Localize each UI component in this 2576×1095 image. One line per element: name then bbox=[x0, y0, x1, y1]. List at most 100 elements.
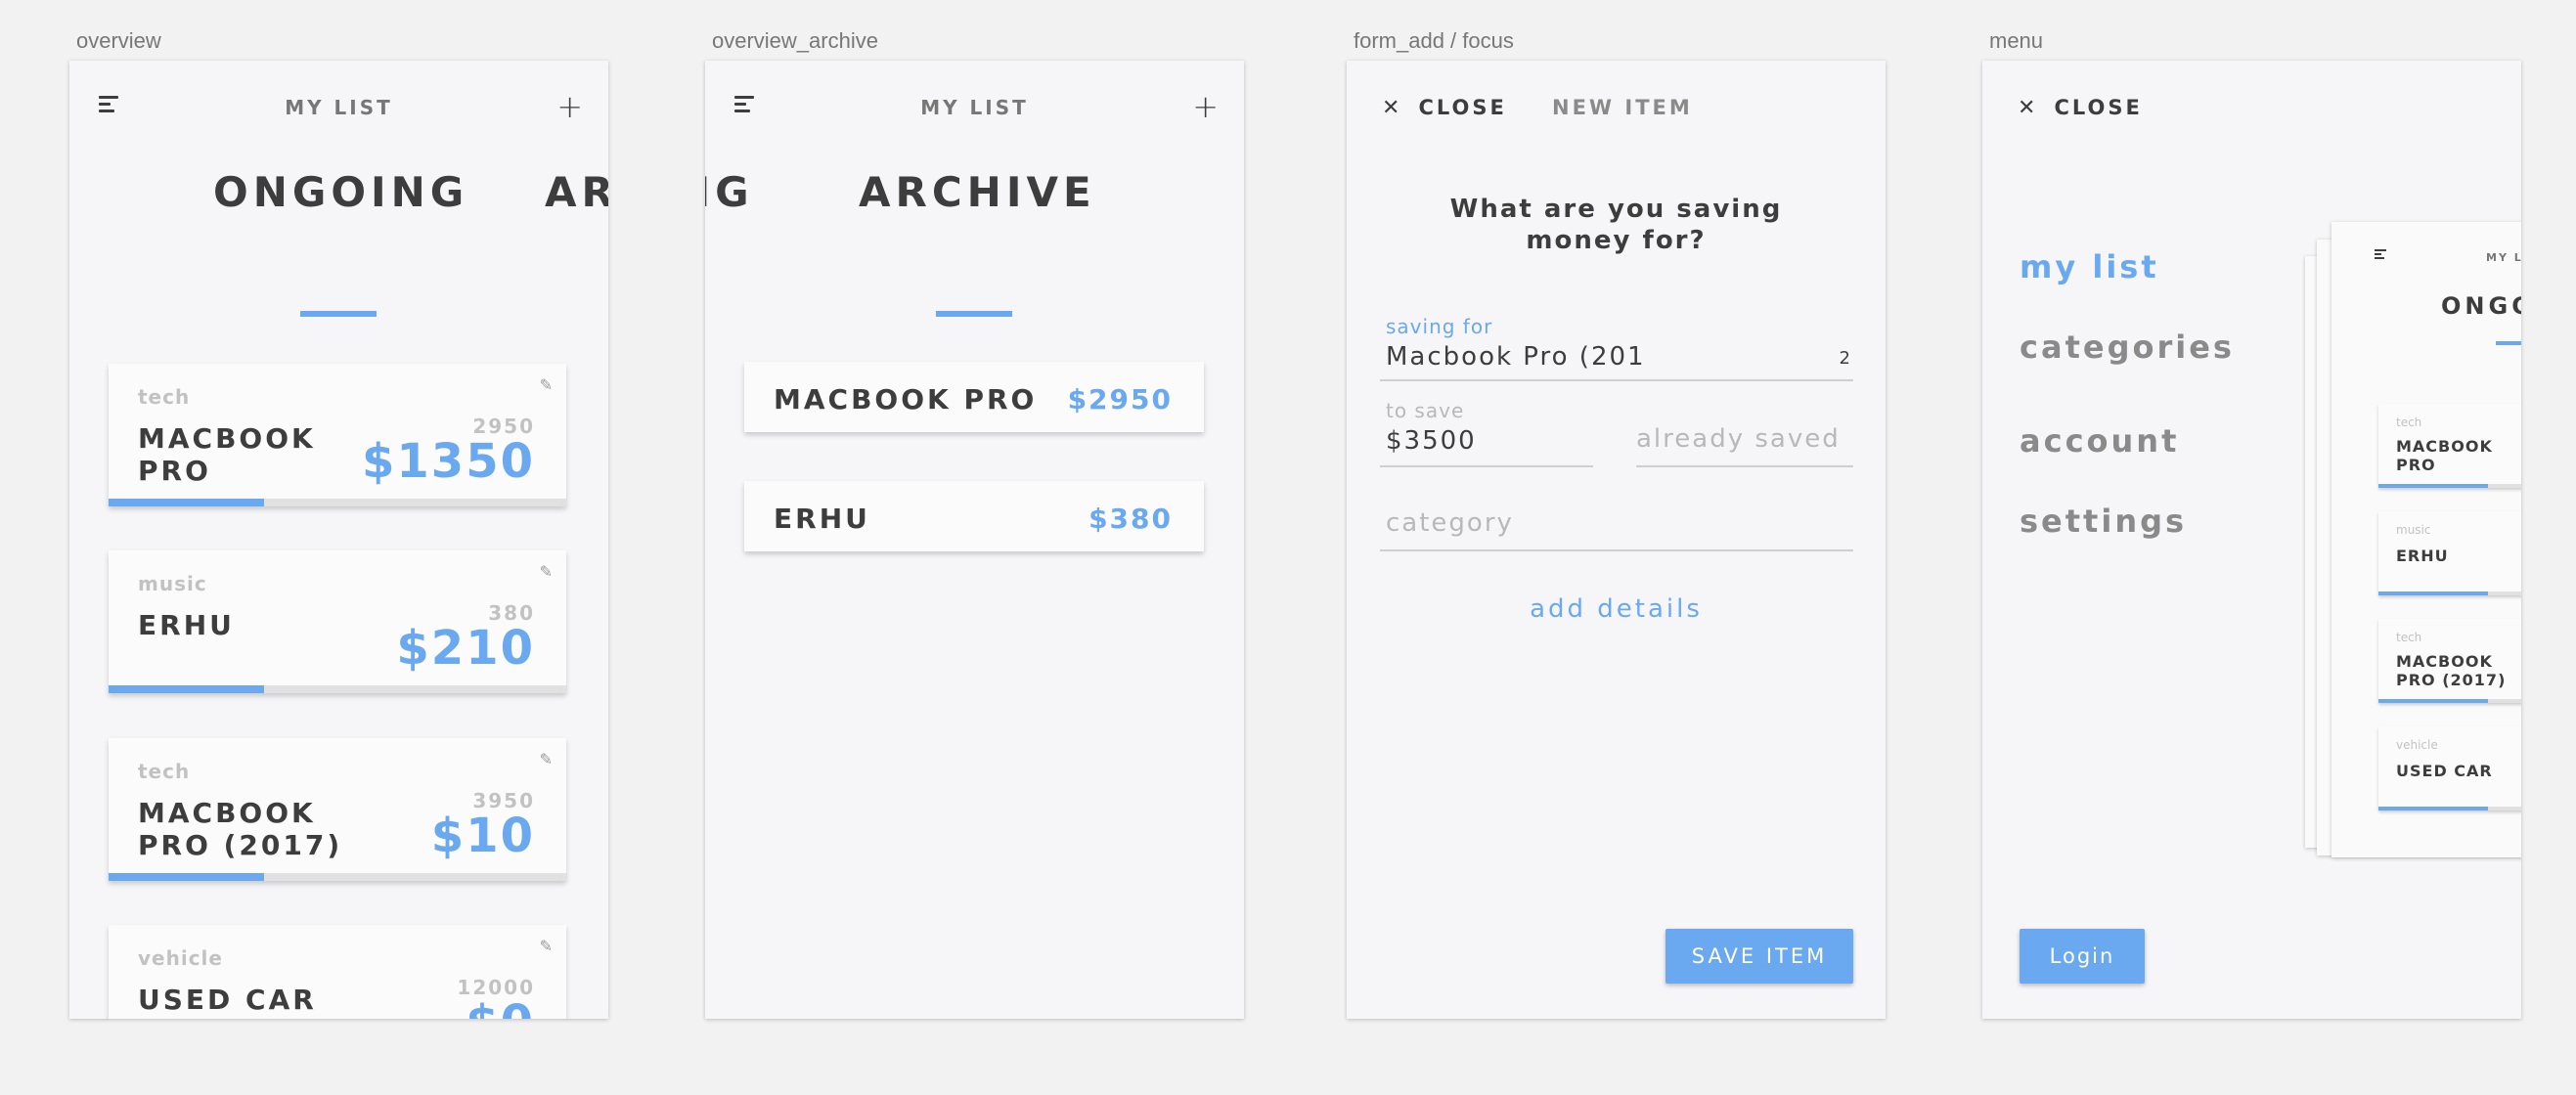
goal-card[interactable]: ✎ music ERHU 380 $210 bbox=[109, 550, 566, 693]
already-saved-input[interactable]: already saved bbox=[1636, 424, 1841, 454]
preview-card-name-line2: PRO bbox=[2396, 456, 2436, 474]
menu-item-settings[interactable]: settings bbox=[2020, 503, 2187, 540]
card-saved-amount: $10 bbox=[430, 809, 535, 863]
card-category: vehicle bbox=[138, 946, 223, 970]
archive-item-value: $2950 bbox=[1067, 383, 1173, 416]
close-icon: ✕ bbox=[2018, 96, 2039, 120]
menu-item-my-list[interactable]: my list bbox=[2020, 248, 2159, 285]
close-icon: ✕ bbox=[1382, 96, 1403, 120]
top-bar: MY LIST + bbox=[69, 61, 608, 158]
preview-card-category: vehicle bbox=[2396, 738, 2438, 752]
archive-item-name: MACBOOK PRO bbox=[774, 383, 1038, 416]
tab-bar: NG ARCHIVE bbox=[705, 168, 1244, 317]
preview-card: music ERHU bbox=[2378, 511, 2521, 595]
archive-item-value: $380 bbox=[1088, 503, 1173, 535]
preview-progress-fill bbox=[2378, 699, 2488, 703]
card-name: USED CAR bbox=[138, 984, 317, 1016]
preview-card-name-line1: MACBOOK bbox=[2396, 437, 2493, 456]
preview-card-name: MACBOOK PRO (2017) bbox=[2396, 652, 2506, 689]
preview-hamburger-icon bbox=[2375, 249, 2387, 259]
card-name-line1: MACBOOK bbox=[138, 422, 316, 455]
tab-archive[interactable]: AR bbox=[545, 168, 608, 216]
menu-screen: ✕ CLOSE my list categories account settin… bbox=[1982, 61, 2521, 1019]
menu-item-account[interactable]: account bbox=[2020, 422, 2179, 460]
goal-card[interactable]: ✎ tech MACBOOK PRO 2950 $1350 bbox=[109, 364, 566, 506]
preview-card-name-line1: USED CAR bbox=[2396, 762, 2493, 780]
active-tab-indicator bbox=[936, 311, 1012, 317]
preview-progress-fill bbox=[2378, 484, 2488, 488]
question-line2: money for? bbox=[1526, 226, 1707, 255]
preview-card-name-line1: ERHU bbox=[2396, 547, 2449, 565]
tab-archive[interactable]: ARCHIVE bbox=[859, 168, 1096, 216]
archive-item-name: ERHU bbox=[774, 503, 870, 535]
card-name-line2: PRO (2017) bbox=[138, 829, 343, 861]
add-details-link[interactable]: add details bbox=[1347, 594, 1886, 624]
close-label: CLOSE bbox=[1418, 96, 1507, 119]
artboard-label-menu: menu bbox=[1989, 28, 2044, 53]
close-button[interactable]: ✕ CLOSE bbox=[1382, 96, 1507, 120]
overview-screen: MY LIST + ONGOING AR ✎ tech MACBOOK PRO … bbox=[69, 61, 608, 1019]
archive-item[interactable]: MACBOOK PRO $2950 bbox=[744, 362, 1204, 432]
artboard-label-form: form_add / focus bbox=[1354, 28, 1514, 53]
goal-card[interactable]: ✎ vehicle USED CAR 12000 $0 bbox=[109, 925, 566, 1019]
add-item-icon[interactable]: + bbox=[1192, 88, 1219, 125]
preview-card-name-line2: PRO (2017) bbox=[2396, 671, 2507, 689]
progress-fill bbox=[109, 499, 265, 506]
card-name-line1: USED CAR bbox=[138, 984, 317, 1016]
card-name-line2: PRO bbox=[138, 455, 211, 487]
to-save-input[interactable]: $3500 bbox=[1386, 426, 1477, 456]
category-underline bbox=[1380, 549, 1853, 551]
artboard-label-overview: overview bbox=[76, 28, 161, 53]
new-item-form-screen: ✕ CLOSE NEW ITEM What are you saving mone… bbox=[1347, 61, 1886, 1019]
progress-fill bbox=[109, 685, 265, 693]
page-title: MY LIST bbox=[285, 96, 393, 119]
preview-card: tech MACBOOK PRO (2017) bbox=[2378, 619, 2521, 703]
edit-pencil-icon[interactable]: ✎ bbox=[540, 937, 553, 955]
to-save-label: to save bbox=[1386, 399, 1465, 422]
edit-pencil-icon[interactable]: ✎ bbox=[540, 562, 553, 581]
preview-tab-indicator bbox=[2496, 341, 2521, 345]
tab-ongoing[interactable]: ONGOING bbox=[213, 168, 468, 216]
close-button[interactable]: ✕ CLOSE bbox=[2018, 96, 2143, 120]
close-label: CLOSE bbox=[2054, 96, 2143, 119]
preview-card-name: ERHU bbox=[2396, 547, 2449, 565]
category-input[interactable]: category bbox=[1386, 508, 1514, 538]
tab-ongoing[interactable]: NG bbox=[705, 168, 754, 216]
menu-item-categories[interactable]: categories bbox=[2020, 328, 2235, 366]
already-saved-underline bbox=[1636, 465, 1853, 467]
preview-card-name: USED CAR bbox=[2396, 762, 2493, 780]
form-title: NEW ITEM bbox=[1552, 96, 1693, 119]
archive-screen: MY LIST + NG ARCHIVE MACBOOK PRO $2950 E… bbox=[705, 61, 1244, 1019]
add-item-icon[interactable]: + bbox=[556, 88, 583, 125]
card-saved-amount: $0 bbox=[466, 995, 535, 1019]
preview-card-category: tech bbox=[2396, 631, 2422, 644]
question-line1: What are you saving bbox=[1449, 195, 1783, 224]
preview-card-name-line1: MACBOOK bbox=[2396, 652, 2493, 671]
card-saved-amount: $210 bbox=[396, 621, 535, 676]
preview-card: tech MACBOOK PRO bbox=[2378, 404, 2521, 488]
preview-card-category: music bbox=[2396, 523, 2431, 537]
card-category: music bbox=[138, 572, 207, 595]
goal-card[interactable]: ✎ tech MACBOOK PRO (2017) 3950 $10 bbox=[109, 738, 566, 881]
card-name-line1: MACBOOK bbox=[138, 797, 316, 829]
saving-for-underline bbox=[1380, 379, 1853, 381]
edit-pencil-icon[interactable]: ✎ bbox=[540, 750, 553, 768]
preview-card-category: tech bbox=[2396, 416, 2422, 429]
archive-item[interactable]: ERHU $380 bbox=[744, 481, 1204, 551]
card-name: ERHU bbox=[138, 609, 235, 641]
preview-tab: ONGO bbox=[2441, 292, 2521, 320]
login-button[interactable]: Login bbox=[2020, 929, 2145, 984]
saving-for-label: saving for bbox=[1386, 315, 1493, 338]
save-item-button[interactable]: SAVE ITEM bbox=[1666, 929, 1853, 984]
card-name: MACBOOK PRO (2017) bbox=[138, 797, 342, 861]
preview-card: vehicle USED CAR bbox=[2378, 726, 2521, 810]
active-tab-indicator bbox=[300, 311, 377, 317]
progress-fill bbox=[109, 873, 265, 881]
card-name: MACBOOK PRO bbox=[138, 422, 316, 487]
saving-for-input[interactable]: Macbook Pro (201 bbox=[1386, 342, 1646, 372]
card-category: tech bbox=[138, 385, 191, 409]
preview-progress-fill bbox=[2378, 591, 2488, 595]
top-bar: MY LIST + bbox=[705, 61, 1244, 158]
edit-pencil-icon[interactable]: ✎ bbox=[540, 375, 553, 394]
card-category: tech bbox=[138, 760, 191, 783]
